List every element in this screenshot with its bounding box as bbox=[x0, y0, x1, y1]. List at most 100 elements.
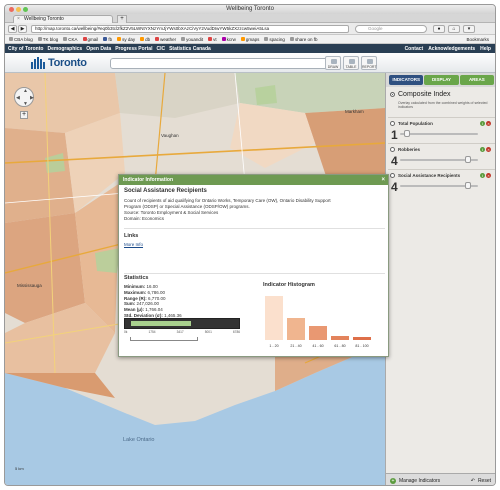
toronto-logo[interactable]: Toronto bbox=[31, 57, 87, 69]
info-icon[interactable]: i bbox=[480, 147, 485, 152]
bookmark-item[interactable]: spacing bbox=[264, 37, 285, 42]
indicator-radio[interactable] bbox=[390, 147, 395, 152]
dialog-title: Indicator Information bbox=[123, 177, 173, 183]
site-nav-link[interactable]: Open Data bbox=[86, 46, 111, 52]
bookmark-item[interactable]: share on fb bbox=[289, 37, 317, 42]
histogram-bar bbox=[287, 318, 305, 340]
remove-icon[interactable]: × bbox=[486, 121, 491, 126]
map-scale: 5 km bbox=[15, 466, 24, 471]
bookmark-item[interactable]: gmail bbox=[82, 37, 98, 42]
bookmark-icon bbox=[221, 37, 226, 41]
histogram-label: 81 - 100 bbox=[355, 344, 369, 348]
axis-tick: 0k bbox=[124, 330, 128, 334]
search-input[interactable]: Google bbox=[355, 25, 427, 33]
indicator-radio[interactable] bbox=[390, 121, 395, 126]
close-tab-icon[interactable]: × bbox=[17, 16, 20, 23]
reset-label: Reset bbox=[477, 478, 491, 484]
close-window-button[interactable] bbox=[9, 7, 14, 12]
new-tab-button[interactable]: + bbox=[117, 15, 127, 23]
zoom-in-button[interactable]: + bbox=[20, 111, 28, 119]
bookmark-item[interactable]: CBA blog bbox=[9, 37, 33, 42]
pan-control[interactable]: ▲ ▼ ◀ ▶ bbox=[14, 87, 34, 107]
report-button[interactable]: REPORT bbox=[361, 56, 377, 70]
range-bar bbox=[124, 318, 240, 329]
home-icon[interactable]: ⌂ bbox=[448, 25, 460, 33]
site-nav-link[interactable]: City of Toronto bbox=[8, 46, 43, 52]
forward-button[interactable]: ▶ bbox=[18, 25, 27, 33]
reset-button[interactable]: ↶ Reset bbox=[471, 478, 491, 484]
tab-indicators[interactable]: INDICATORS bbox=[389, 75, 424, 85]
indicator-label: Social Assistance Recipients bbox=[398, 173, 461, 178]
bookmark-icon bbox=[240, 37, 245, 41]
bookmark-icon bbox=[289, 37, 294, 41]
pan-right-icon: ▶ bbox=[30, 95, 34, 101]
bookmarks-menu[interactable]: Bookmarks bbox=[466, 37, 489, 42]
bookmark-item[interactable]: CKA bbox=[63, 37, 78, 42]
stop-icon[interactable]: ● bbox=[433, 25, 445, 33]
bookmark-icon bbox=[208, 37, 213, 41]
slider-thumb[interactable] bbox=[403, 130, 410, 137]
address-bar[interactable]: http://map.toronto.ca/wellbeing/#eq0b3tc… bbox=[31, 25, 349, 33]
bookmark-item[interactable]: TK blog bbox=[37, 37, 58, 42]
bookmark-item[interactable]: youandit bbox=[181, 37, 203, 42]
remove-icon[interactable]: × bbox=[486, 147, 491, 152]
bookmark-item[interactable]: vt bbox=[208, 37, 217, 42]
bookmark-icon bbox=[264, 37, 269, 41]
bookmark-item[interactable]: gmaps bbox=[240, 37, 259, 42]
indicator-label: Total Population bbox=[398, 121, 433, 126]
bookmark-icon bbox=[37, 37, 42, 41]
manage-indicators-button[interactable]: + Manage Indicators bbox=[390, 478, 440, 484]
map-search-input[interactable]: ⌕ bbox=[110, 58, 335, 69]
contact-link[interactable]: Contact bbox=[405, 46, 424, 52]
indicator-description: Count of recipients of aid qualifying fo… bbox=[124, 198, 331, 209]
remove-icon[interactable]: × bbox=[486, 173, 491, 178]
weight-slider[interactable] bbox=[400, 130, 478, 137]
histogram-bar bbox=[265, 296, 283, 340]
addon-icon[interactable]: ▾ bbox=[463, 25, 475, 33]
bookmark-icon bbox=[117, 37, 122, 41]
weight-slider[interactable] bbox=[400, 156, 478, 163]
more-info-link[interactable]: More Info bbox=[124, 242, 385, 247]
site-nav-link[interactable]: CIC bbox=[156, 46, 165, 52]
tab-display[interactable]: DISPLAY bbox=[424, 75, 459, 85]
range-fill bbox=[131, 321, 191, 326]
bookmark-item[interactable]: sy day bbox=[117, 37, 135, 42]
zoom-window-button[interactable] bbox=[23, 7, 28, 12]
back-button[interactable]: ◀ bbox=[8, 25, 17, 33]
info-icon[interactable]: i bbox=[480, 121, 485, 126]
logo-text: Toronto bbox=[48, 57, 87, 69]
draw-button[interactable]: DRAW bbox=[325, 56, 341, 70]
dialog-header: Indicator Information × bbox=[119, 175, 388, 185]
axis-tick: 1754 bbox=[148, 330, 156, 334]
site-nav-link[interactable]: Statistics Canada bbox=[169, 46, 211, 52]
indicator-row: Social Assistance Recipients 4 i × bbox=[388, 169, 495, 195]
table-button[interactable]: TABLE bbox=[343, 56, 359, 70]
bookmark-item[interactable]: fb bbox=[103, 37, 112, 42]
bookmark-item[interactable]: db bbox=[140, 37, 150, 42]
map-label: Markham bbox=[345, 109, 364, 114]
axis-tick: 3417 bbox=[176, 330, 184, 334]
site-nav-link[interactable]: Progress Portal bbox=[115, 46, 152, 52]
bookmark-item[interactable]: weather bbox=[155, 37, 176, 42]
help-link[interactable]: Help bbox=[480, 46, 491, 52]
indicator-radio[interactable] bbox=[390, 173, 395, 178]
slider-thumb[interactable] bbox=[464, 156, 471, 163]
composite-radio[interactable] bbox=[390, 92, 395, 97]
histogram-title: Indicator Histogram bbox=[263, 282, 315, 288]
manage-indicators-label: Manage Indicators bbox=[399, 478, 441, 484]
close-icon[interactable]: × bbox=[381, 175, 385, 185]
bookmark-icon bbox=[9, 37, 13, 41]
weight-slider[interactable] bbox=[400, 182, 478, 189]
acknowledgements-link[interactable]: Acknowledgements bbox=[428, 46, 475, 52]
tab-areas[interactable]: AREAS bbox=[459, 75, 494, 85]
minimize-window-button[interactable] bbox=[16, 7, 21, 12]
info-icon[interactable]: i bbox=[480, 173, 485, 178]
reset-icon: ↶ bbox=[470, 478, 475, 484]
bookmark-item[interactable]: kcrw bbox=[221, 37, 236, 42]
browser-window: Wellbeing Toronto × Wellbeing Toronto + … bbox=[4, 4, 496, 486]
slider-thumb[interactable] bbox=[464, 182, 471, 189]
histogram-label: 61 - 80 bbox=[334, 344, 346, 348]
browser-tab[interactable]: × Wellbeing Toronto bbox=[13, 15, 113, 23]
histogram-bar bbox=[331, 335, 349, 340]
site-nav-link[interactable]: Demographics bbox=[47, 46, 82, 52]
